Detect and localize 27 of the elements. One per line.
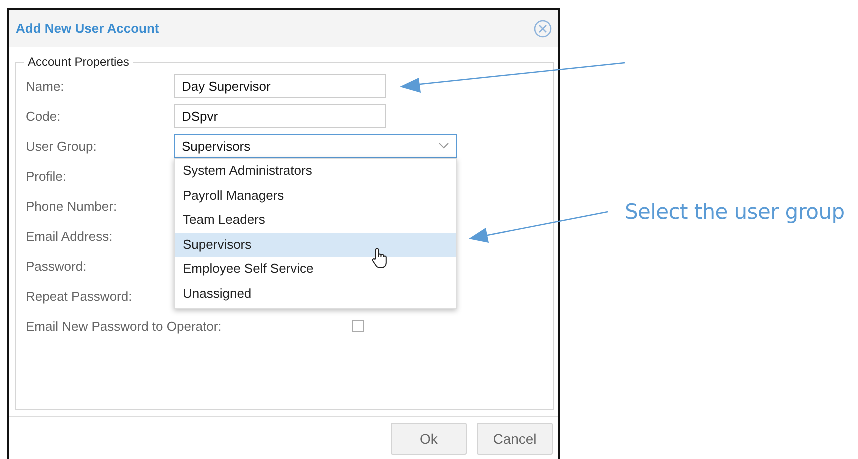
cancel-button[interactable]: Cancel	[477, 423, 553, 455]
dropdown-option[interactable]: Unassigned	[175, 282, 456, 306]
dropdown-option[interactable]: Payroll Managers	[175, 184, 456, 208]
field-label: Repeat Password:	[26, 288, 134, 304]
ok-button[interactable]: Ok	[391, 423, 467, 455]
user-group-dropdown[interactable]: Supervisors	[174, 134, 457, 158]
field-label: Phone Number:	[26, 198, 118, 214]
field-label: Password:	[26, 258, 88, 274]
close-icon[interactable]	[534, 20, 552, 38]
text-field[interactable]: Day Supervisor	[174, 74, 386, 98]
text-field[interactable]: DSpvr	[174, 104, 386, 128]
chevron-icon	[438, 143, 449, 149]
dropdown-option[interactable]: Employee Self Service	[175, 257, 456, 282]
dropdown-option[interactable]: Supervisors	[175, 232, 456, 257]
dropdown-option[interactable]: Team Leaders	[175, 208, 456, 232]
field-label: Email Address:	[26, 228, 114, 244]
dialog-title: Add New User Account	[16, 21, 160, 36]
annotation-caption: Select the user group	[625, 200, 845, 224]
dropdown-option[interactable]: System Administrators	[175, 159, 456, 184]
field-label: Name:	[26, 78, 66, 94]
hand-cursor-icon	[371, 247, 389, 269]
group-legend: Account Properties	[24, 55, 134, 69]
field-label: User Group:	[26, 138, 98, 154]
field-label: Email New Password to Operator:	[26, 318, 223, 334]
field-label: Code:	[26, 108, 62, 124]
checkbox[interactable]	[352, 320, 364, 332]
field-label: Profile:	[26, 168, 68, 184]
